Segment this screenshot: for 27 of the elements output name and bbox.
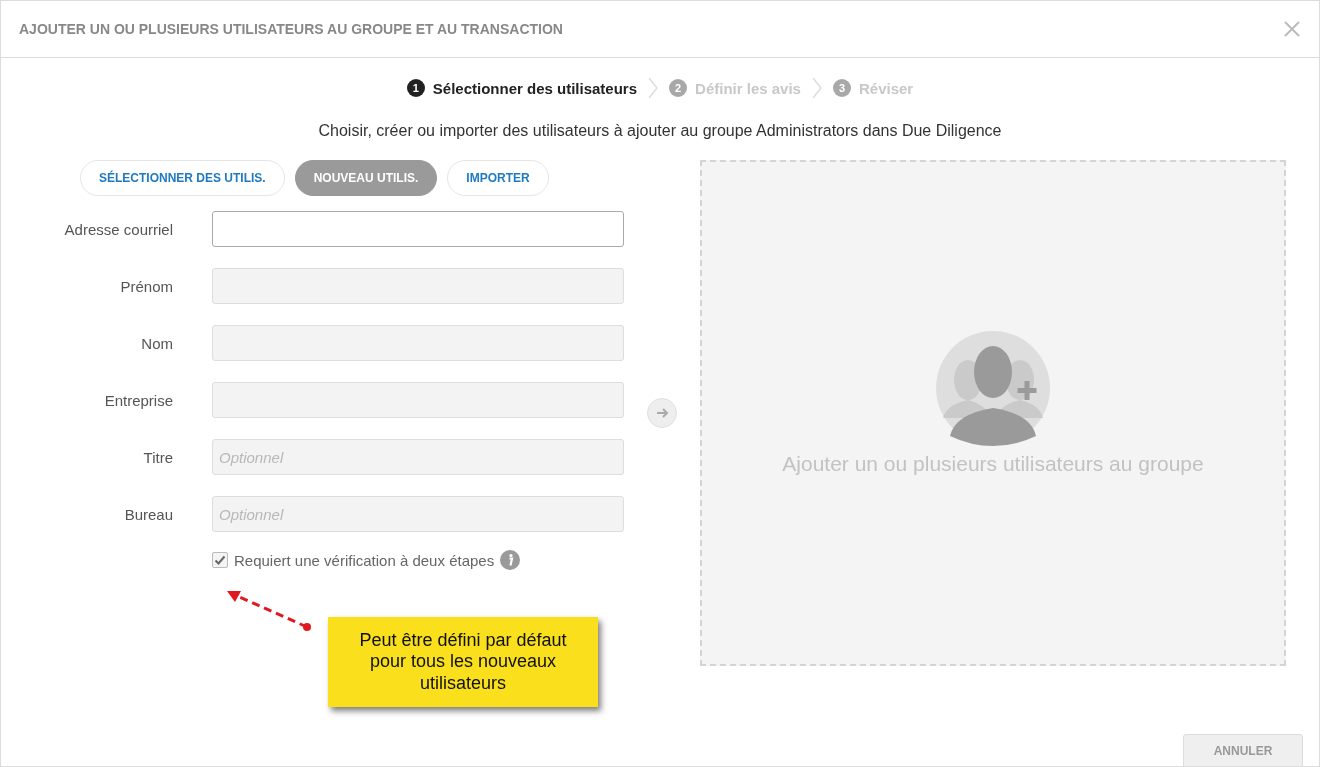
mode-tab[interactable]: NOUVEAU UTILIS.: [294, 160, 438, 196]
mode-tab[interactable]: IMPORTER: [447, 160, 549, 196]
arrow-icon: [655, 406, 669, 420]
field-label: Nom: [140, 334, 173, 352]
cancel-button[interactable]: ANNULER: [1183, 734, 1303, 766]
checkbox[interactable]: [212, 552, 228, 568]
add-arrow-button[interactable]: [647, 398, 677, 428]
add-users-icon: [935, 330, 1051, 446]
field-label: Entreprise: [103, 391, 173, 409]
close-icon[interactable]: [1283, 20, 1301, 38]
chevron-icon: [810, 77, 823, 99]
step-number: 3: [832, 79, 851, 97]
instruction-text: Choisir, créer ou importer des utilisateurs à ajouter au groupe Administrators dans Due Diligence: [317, 122, 1003, 140]
field-label: Prénom: [119, 277, 173, 295]
checkbox-label: Requiert une vérification à deux étapes: [234, 551, 495, 569]
info-icon[interactable]: [500, 550, 521, 570]
input-field[interactable]: [212, 211, 624, 247]
field-label: Titre: [142, 448, 173, 466]
wizard-step[interactable]: 1 Sélectionner des utilisateurs: [406, 79, 638, 97]
step-number: 1: [406, 79, 425, 97]
callout-note: Peut être défini par défaut pour tous les nouveaux utilisateurs: [328, 617, 598, 707]
chevron-icon: [647, 77, 660, 99]
field-label: Bureau: [123, 505, 173, 523]
step-number: 2: [669, 79, 688, 97]
field-label: Adresse courriel: [63, 220, 173, 238]
window-title: AJOUTER UN OU PLUSIEURS UTILISATEURS AU GROUPE ET AU TRANSACTION: [19, 21, 563, 37]
mode-tab[interactable]: SÉLECTIONNER DES UTILIS.: [80, 160, 285, 196]
